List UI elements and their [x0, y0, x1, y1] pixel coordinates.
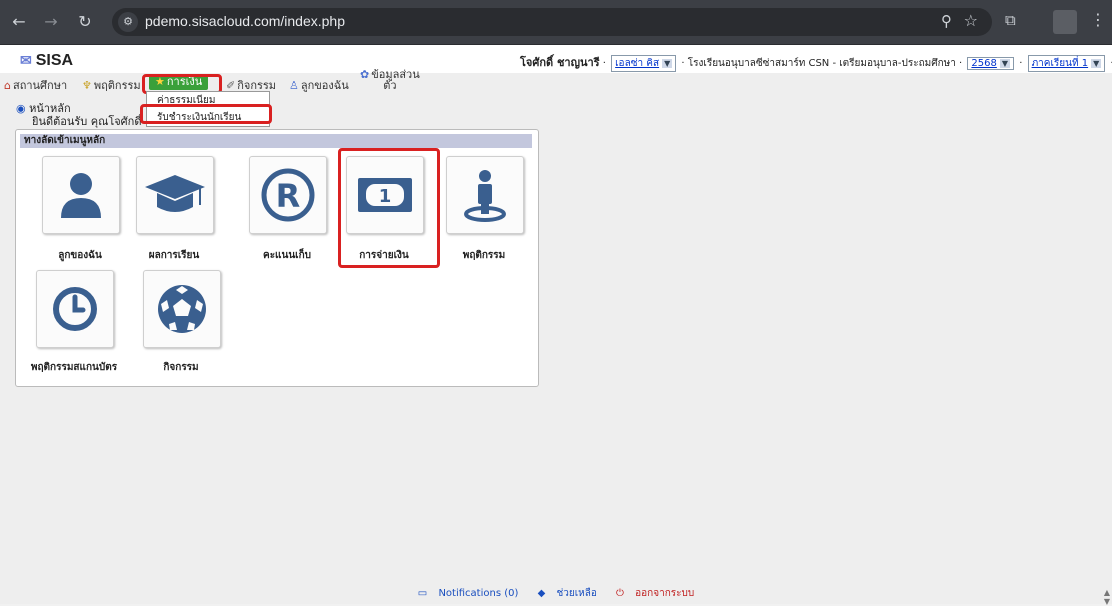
page: ✉ SISA โจศักดิ์ ชาญนารี · เอลซ่า คิส ▼ · โ… — [0, 45, 1112, 604]
logout-label: ออกจากระบบ — [635, 588, 695, 599]
menu-item-label: สถานศึกษา — [12, 79, 68, 92]
browser-menu-icon[interactable]: ⋮ — [1090, 10, 1106, 29]
tile-scan-behavior[interactable] — [36, 270, 114, 348]
app-logo[interactable]: ✉ SISA — [20, 52, 73, 70]
tile-behavior[interactable] — [446, 156, 524, 234]
menu-item-behavior[interactable]: ♆ พฤติกรรม — [82, 76, 141, 94]
school-name: โรงเรียนอนุบาลซีซ่าสมาร์ท CSN - เตรียมอน… — [687, 58, 956, 69]
extensions-icon[interactable]: ⧉ — [1005, 11, 1016, 29]
home-icon: ◉ — [16, 102, 26, 115]
tile-activity[interactable] — [143, 270, 221, 348]
menu-item-school[interactable]: ⌂ สถานศึกษา — [4, 76, 67, 94]
chevron-down-icon: ▼ — [662, 59, 673, 68]
chevron-down-icon: ▼ — [1091, 59, 1102, 68]
registered-icon: R — [250, 157, 326, 233]
soccer-ball-icon — [144, 271, 220, 347]
back-icon[interactable]: ← — [8, 11, 30, 33]
power-icon: ⏻ — [616, 588, 624, 599]
reload-icon[interactable]: ↻ — [74, 11, 96, 33]
logout-link[interactable]: ⏻ ออกจากระบบ — [612, 588, 698, 599]
user-icon — [43, 157, 119, 233]
child-select[interactable]: เอลซ่า คิส ▼ — [611, 55, 677, 72]
tile-label[interactable]: กิจกรรม — [131, 360, 231, 375]
app-header: ✉ SISA โจศักดิ์ ชาญนารี · เอลซ่า คิส ▼ · โ… — [0, 45, 1112, 73]
tile-grades[interactable] — [136, 156, 214, 234]
tile-label[interactable]: พฤติกรรม — [434, 248, 534, 263]
footer: ▭ Notifications (0) ◆ ช่วยเหลือ ⏻ ออกจาก… — [0, 586, 1112, 604]
menu-item-label: พฤติกรรม — [93, 79, 141, 92]
tile-scores[interactable]: R — [249, 156, 327, 234]
tile-label[interactable]: ลูกของฉัน — [30, 248, 130, 263]
clock-icon — [37, 271, 113, 347]
behavior-icon: ♆ — [82, 79, 92, 92]
shortcut-panel: ทางลัดเข้าเมนูหลัก ลูกของฉัน ผลการเรียน … — [15, 129, 539, 387]
svg-text:R: R — [276, 177, 301, 215]
user-bar: โจศักดิ์ ชาญนารี · เอลซ่า คิส ▼ · โรงเรีย… — [520, 53, 1112, 72]
child-icon: ♙ — [289, 79, 299, 92]
panel-title: ทางลัดเข้าเมนูหลัก — [20, 134, 532, 148]
tile-label[interactable]: คะแนนเก็บ — [237, 248, 337, 263]
site-info-icon[interactable]: ⚙ — [118, 12, 138, 32]
year-select-value: 2568 — [971, 58, 997, 69]
address-bar[interactable]: ⚙ pdemo.sisacloud.com/index.php ⚲ ☆ — [112, 8, 992, 36]
child-select-value: เอลซ่า คิส — [615, 58, 660, 69]
year-select[interactable]: 2568 ▼ — [967, 57, 1015, 70]
graduation-cap-icon — [137, 157, 213, 233]
help-label: ช่วยเหลือ — [556, 588, 597, 599]
browser-toolbar: ← → ↻ ⚙ pdemo.sisacloud.com/index.php ⚲ … — [0, 0, 1112, 45]
logo-text: SISA — [35, 52, 74, 69]
menu-item-label: ลูกของฉัน — [300, 79, 349, 92]
welcome-text: ยินดีต้อนรับ คุณโจศักดิ์ — [32, 115, 142, 128]
forward-icon[interactable]: → — [40, 11, 62, 33]
url-text[interactable]: pdemo.sisacloud.com/index.php — [145, 13, 345, 29]
bookmark-star-icon[interactable]: ☆ — [964, 11, 978, 30]
logo-icon: ✉ — [20, 52, 32, 68]
menu-item-child[interactable]: ♙ ลูกของฉัน — [289, 76, 349, 94]
menu-item-profile[interactable]: ✿ ข้อมูลส่วน ตัว — [360, 69, 420, 91]
notifications-link[interactable]: ▭ Notifications (0) — [414, 588, 523, 599]
user-name: โจศักดิ์ ชาญนารี — [520, 56, 600, 69]
profile-icon: ✿ — [360, 68, 370, 81]
term-select[interactable]: ภาคเรียนที่ 1 ▼ — [1027, 55, 1106, 72]
chat-icon: ▭ — [417, 588, 428, 599]
term-select-value: ภาคเรียนที่ 1 — [1031, 58, 1089, 69]
person-marker-icon — [447, 157, 523, 233]
tile-label[interactable]: พฤติกรรมสแกนบัตร — [24, 360, 124, 375]
notifications-label: Notifications (0) — [438, 588, 519, 599]
tile-my-child[interactable] — [42, 156, 120, 234]
menu-item-label-line2: ตัว — [383, 79, 397, 92]
zoom-icon[interactable]: ⚲ — [941, 12, 952, 30]
help-link[interactable]: ◆ ช่วยเหลือ — [534, 588, 601, 599]
profile-avatar[interactable] — [1053, 10, 1077, 34]
highlight-payment-item — [140, 104, 272, 124]
highlight-payment-tile — [338, 148, 440, 268]
tile-label[interactable]: ผลการเรียน — [124, 248, 224, 263]
chevron-down-icon: ▼ — [999, 59, 1011, 68]
school-icon: ⌂ — [4, 79, 11, 92]
tag-icon: ◆ — [537, 588, 546, 599]
scrollbar-arrows[interactable]: ▲ ▼ — [1104, 588, 1110, 606]
